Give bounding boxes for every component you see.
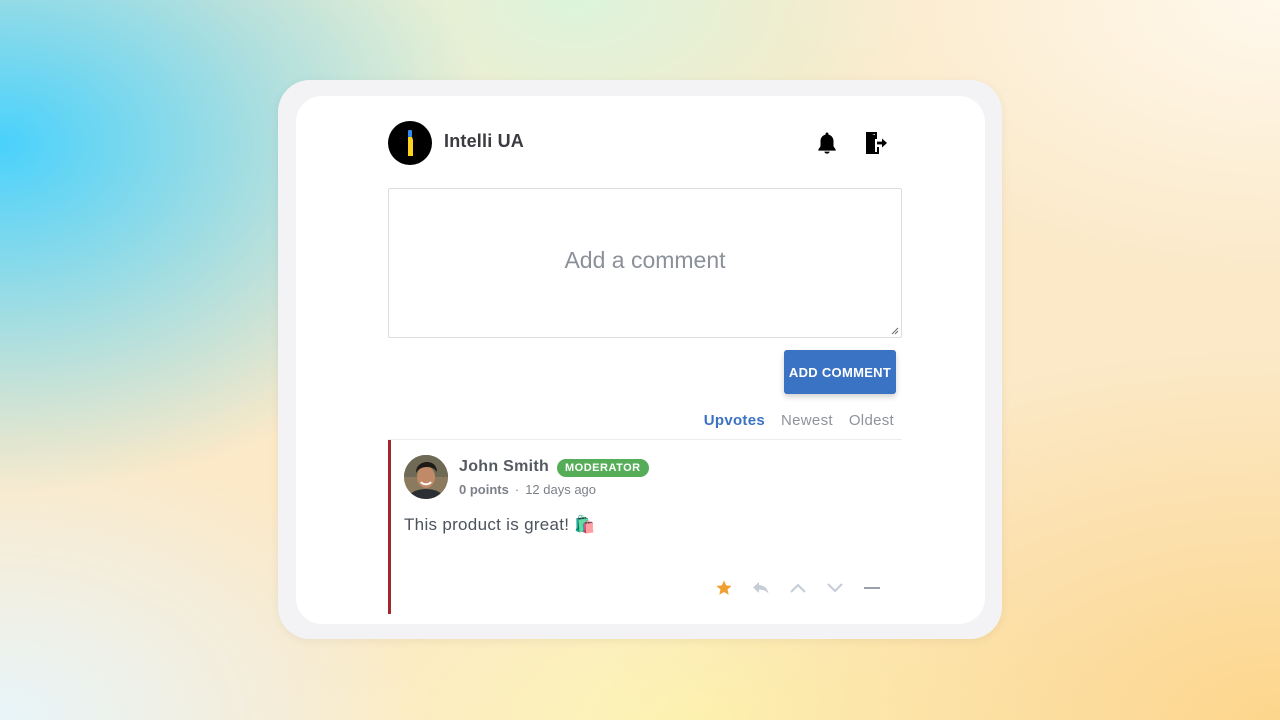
comment-meta: 0 points · 12 days ago <box>459 482 596 497</box>
avatar[interactable] <box>404 455 448 499</box>
logo-yellow-mark <box>408 137 413 156</box>
upvote-button[interactable] <box>787 578 808 598</box>
logout-icon <box>866 132 887 154</box>
comment-textarea[interactable] <box>389 189 901 337</box>
app-logo <box>388 121 432 165</box>
sort-tabs: Upvotes Newest Oldest <box>388 412 902 440</box>
moderator-badge: MODERATOR <box>557 459 649 477</box>
comment-points: 0 points <box>459 482 509 497</box>
reply-button[interactable] <box>750 578 771 598</box>
bell-icon <box>818 132 836 154</box>
collapse-button[interactable] <box>861 578 882 598</box>
comment-body: This product is great! 🛍️ <box>404 515 596 534</box>
avatar-photo <box>404 455 448 499</box>
comments-widget: Intelli UA ADD COMMENT Upvotes Newest <box>296 96 985 624</box>
logo-blue-mark <box>408 130 412 137</box>
comment-time: 12 days ago <box>525 482 597 497</box>
comment-input-box[interactable] <box>388 188 902 338</box>
reply-icon <box>752 582 768 594</box>
comment-item: John Smith MODERATOR 0 points · 12 days ag… <box>388 440 902 614</box>
downvote-button[interactable] <box>824 578 845 598</box>
collapse-icon <box>863 587 880 589</box>
logout-button[interactable] <box>862 129 890 157</box>
notifications-button[interactable] <box>813 129 841 157</box>
resize-handle-icon[interactable] <box>891 327 899 335</box>
add-comment-button[interactable]: ADD COMMENT <box>784 350 896 394</box>
comment-author: John Smith <box>459 458 550 475</box>
sort-tab-oldest[interactable]: Oldest <box>849 412 894 439</box>
star-icon <box>716 580 731 595</box>
upvote-icon <box>789 583 806 593</box>
sort-tab-newest[interactable]: Newest <box>781 412 833 439</box>
star-button[interactable] <box>713 578 734 598</box>
downvote-icon <box>826 583 843 593</box>
header: Intelli UA <box>388 121 898 165</box>
comment-actions <box>713 578 882 598</box>
meta-separator: · <box>514 482 520 497</box>
app-title: Intelli UA <box>444 131 525 151</box>
sort-tab-upvotes[interactable]: Upvotes <box>704 412 765 439</box>
